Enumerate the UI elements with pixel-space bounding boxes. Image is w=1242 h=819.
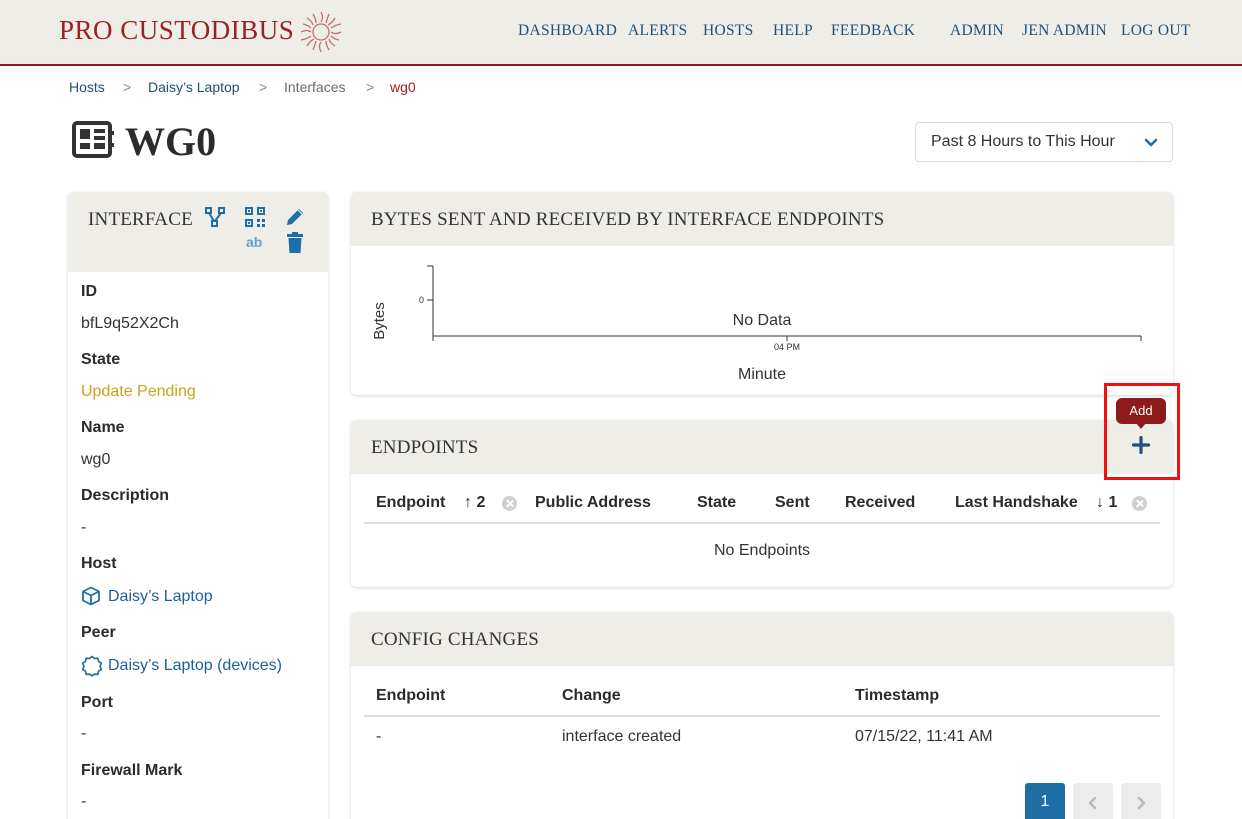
port-value: - <box>81 725 87 742</box>
chevron-right-icon <box>1137 796 1146 810</box>
column-public-address[interactable]: Public Address <box>535 494 651 512</box>
column-endpoint[interactable]: Endpoint <box>376 687 445 705</box>
peer-link[interactable]: Daisy’s Laptop (devices) <box>108 657 282 675</box>
qr-code-icon[interactable] <box>244 206 266 228</box>
chevron-down-icon <box>1144 138 1158 147</box>
page-1-button[interactable]: 1 <box>1025 783 1065 819</box>
endpoint-sort-indicator[interactable]: ↑ 2 <box>464 494 485 512</box>
nav-admin[interactable]: ADMIN <box>950 22 1004 40</box>
x-tick-label: 04 PM <box>774 342 800 352</box>
column-timestamp[interactable]: Timestamp <box>855 687 939 705</box>
peer-badge-icon <box>81 655 103 677</box>
endpoints-card-title: ENDPOINTS <box>371 437 479 458</box>
config-changes-card-title: CONFIG CHANGES <box>371 629 540 650</box>
y-tick-label: 0 <box>419 295 424 305</box>
chevron-left-icon <box>1088 796 1097 810</box>
breadcrumb-separator: > <box>366 79 375 95</box>
name-label: Name <box>81 419 125 436</box>
column-endpoint[interactable]: Endpoint <box>376 494 445 512</box>
top-navigation-bar: PRO CUSTODIBUS DASHBOARD ALERTS HOSTS HE… <box>0 0 1242 66</box>
breadcrumb-separator: > <box>259 79 268 95</box>
interface-card-title: INTERFACE <box>88 209 193 230</box>
id-value: bfL9q52X2Ch <box>81 315 179 332</box>
time-range-select[interactable]: Past 8 Hours to This Hour <box>915 122 1173 162</box>
row-timestamp: 07/15/22, 11:41 AM <box>855 728 993 745</box>
endpoints-empty-message: No Endpoints <box>713 542 811 559</box>
firewall-mark-value: - <box>81 793 87 810</box>
row-endpoint: - <box>376 728 382 745</box>
edit-pencil-icon[interactable] <box>284 206 306 228</box>
breadcrumb-interfaces[interactable]: Interfaces <box>284 79 345 95</box>
page-title: WG0 <box>125 119 217 164</box>
table-header-divider <box>364 715 1160 717</box>
endpoints-card-header: ENDPOINTS <box>351 420 1173 474</box>
time-range-value: Past 8 Hours to This Hour <box>931 133 1115 150</box>
breadcrumb-host[interactable]: Daisy’s Laptop <box>148 79 240 95</box>
highlight-box <box>1104 383 1180 480</box>
clear-sort-icon[interactable] <box>502 496 517 511</box>
row-change: interface created <box>562 728 682 745</box>
nav-help[interactable]: HELP <box>773 22 813 40</box>
nav-alerts[interactable]: ALERTS <box>628 22 687 40</box>
next-page-button[interactable] <box>1121 783 1161 819</box>
column-last-handshake[interactable]: Last Handshake <box>955 494 1078 512</box>
bytes-chart-card: BYTES SENT AND RECEIVED BY INTERFACE END… <box>351 192 1173 395</box>
bytes-chart-title: BYTES SENT AND RECEIVED BY INTERFACE END… <box>371 209 885 230</box>
clear-sort-icon[interactable] <box>1132 496 1147 511</box>
brand-logo-icon[interactable] <box>297 10 345 54</box>
x-axis-label: Minute <box>738 366 786 383</box>
description-value: - <box>81 519 87 536</box>
breadcrumb-separator: > <box>123 79 132 95</box>
column-state[interactable]: State <box>697 494 736 512</box>
interface-card: INTERFACE ab ID bfL9q52X2Ch State Update… <box>68 192 328 819</box>
table-header-divider <box>364 522 1160 524</box>
breadcrumb-hosts[interactable]: Hosts <box>69 79 105 95</box>
y-axis-label: Bytes <box>371 302 388 340</box>
nav-user[interactable]: JEN ADMIN <box>1022 22 1107 40</box>
nav-feedback[interactable]: FEEDBACK <box>831 22 915 40</box>
name-value: wg0 <box>81 451 111 468</box>
previous-page-button[interactable] <box>1073 783 1113 819</box>
network-card-icon <box>72 121 114 158</box>
firewall-mark-label: Firewall Mark <box>81 762 183 779</box>
state-value: Update Pending <box>81 383 196 400</box>
brand-name[interactable]: PRO CUSTODIBUS <box>59 15 294 46</box>
port-label: Port <box>81 694 113 711</box>
peer-label: Peer <box>81 624 116 641</box>
chart-empty-message: No Data <box>733 312 792 329</box>
bytes-chart-card-header: BYTES SENT AND RECEIVED BY INTERFACE END… <box>351 192 1173 246</box>
nav-logout[interactable]: LOG OUT <box>1121 22 1191 40</box>
column-sent[interactable]: Sent <box>775 494 810 512</box>
description-label: Description <box>81 487 170 504</box>
nav-dashboard[interactable]: DASHBOARD <box>518 22 617 40</box>
host-label: Host <box>81 555 117 572</box>
id-label: ID <box>81 283 97 300</box>
config-changes-card-header: CONFIG CHANGES <box>351 612 1173 666</box>
host-cube-icon <box>82 586 100 606</box>
delete-trash-icon[interactable] <box>284 232 306 254</box>
endpoints-card: ENDPOINTS Endpoint ↑ 2 Public Address St… <box>351 420 1173 587</box>
topology-icon[interactable] <box>204 206 226 228</box>
column-change[interactable]: Change <box>562 687 621 705</box>
qr-code-label[interactable]: ab <box>246 234 262 250</box>
nav-hosts[interactable]: HOSTS <box>703 22 754 40</box>
interface-card-header: INTERFACE ab <box>68 192 328 272</box>
column-received[interactable]: Received <box>845 494 915 512</box>
bytes-chart: 0 04 PM No Data Minute Bytes <box>371 265 1142 383</box>
last-handshake-sort-indicator[interactable]: ↓ 1 <box>1096 494 1117 512</box>
breadcrumb-current: wg0 <box>390 79 416 95</box>
host-link[interactable]: Daisy’s Laptop <box>108 588 213 606</box>
state-label: State <box>81 351 121 368</box>
